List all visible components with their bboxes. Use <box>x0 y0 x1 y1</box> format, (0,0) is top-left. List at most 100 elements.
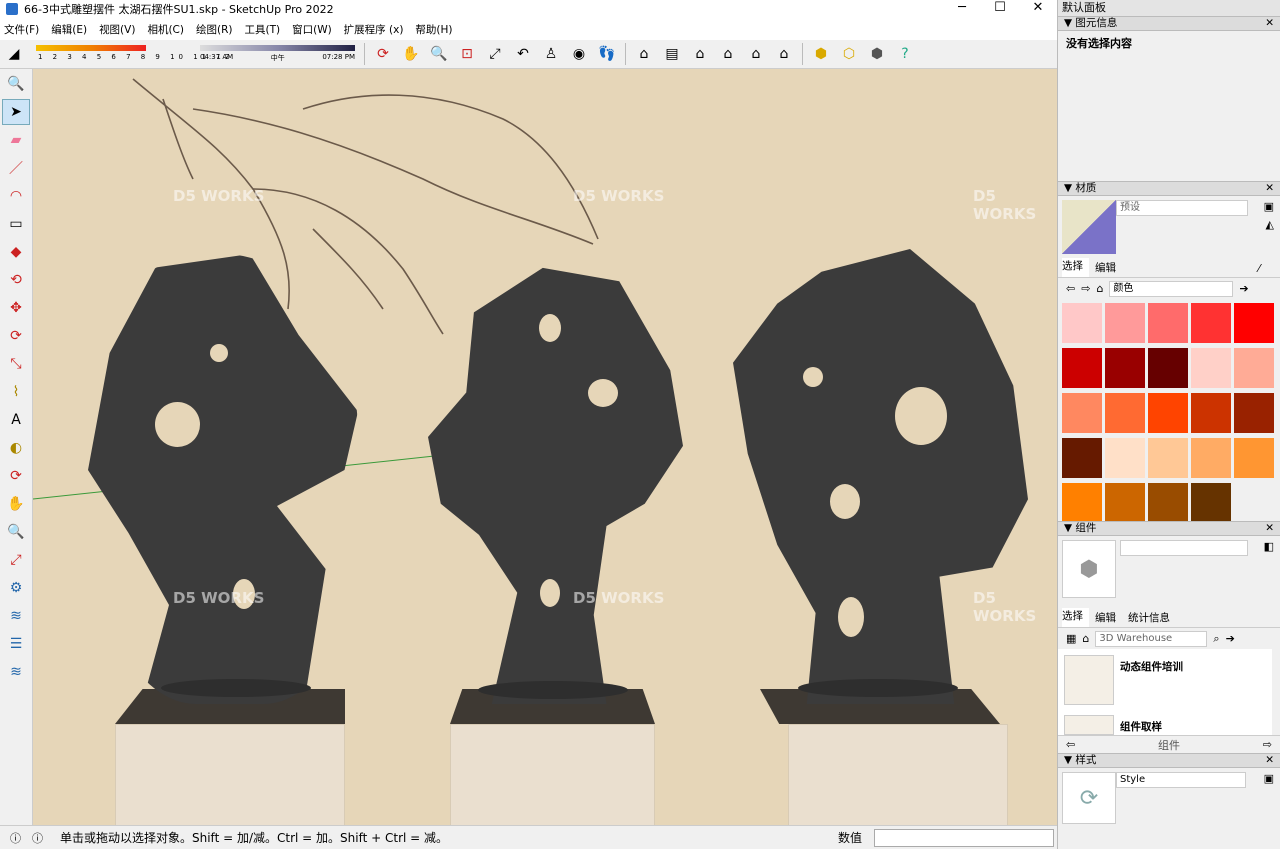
eyedropper-icon[interactable]: ⁄ <box>1258 263 1266 277</box>
back-icon[interactable]: ⇦ <box>1066 738 1075 751</box>
orbit-icon[interactable]: ⟳ <box>371 42 395 66</box>
color-swatch[interactable] <box>1062 303 1102 343</box>
close-icon[interactable]: ✕ <box>1265 754 1274 767</box>
eraser-tool-icon[interactable]: ▰ <box>2 127 30 153</box>
color-swatch[interactable] <box>1105 438 1145 478</box>
materials-tab-select[interactable]: 选择 <box>1062 258 1089 277</box>
component-item-label[interactable]: 组件取样 <box>1120 719 1162 734</box>
zoom-window-icon[interactable]: ⊡ <box>455 42 479 66</box>
rotate-tool-icon[interactable]: ⟳ <box>2 323 30 349</box>
create-material-icon[interactable]: ▣ <box>1264 200 1274 213</box>
zoom-extents-icon[interactable]: ⤢ <box>483 42 507 66</box>
left-view-icon[interactable]: ⌂ <box>772 42 796 66</box>
shadows-toggle-icon[interactable]: ◢ <box>2 42 26 66</box>
color-swatch[interactable] <box>1234 393 1274 433</box>
zoom-tool-2-icon[interactable]: 🔍 <box>2 519 30 545</box>
right-view-icon[interactable]: ⌂ <box>716 42 740 66</box>
color-swatch[interactable] <box>1148 483 1188 521</box>
components-tab-select[interactable]: 选择 <box>1062 608 1089 627</box>
pan-tool-icon[interactable]: ✋ <box>2 491 30 517</box>
measurements-input[interactable] <box>874 829 1054 847</box>
close-button[interactable]: ✕ <box>1019 0 1057 18</box>
component-item-thumb[interactable] <box>1064 655 1114 705</box>
color-swatch[interactable] <box>1191 348 1231 388</box>
pan-icon[interactable]: ✋ <box>399 42 423 66</box>
component-options-icon[interactable]: ◧ <box>1264 540 1274 553</box>
arc-tool-icon[interactable]: ◠ <box>2 183 30 209</box>
paint-bucket-icon[interactable]: ◐ <box>2 435 30 461</box>
minimize-button[interactable]: ─ <box>943 0 981 18</box>
zoom-tool-icon[interactable]: 🔍 <box>2 71 30 97</box>
color-swatch[interactable] <box>1062 348 1102 388</box>
push-pull-tool-icon[interactable]: ◆ <box>2 239 30 265</box>
position-camera-icon[interactable]: ♙ <box>539 42 563 66</box>
color-swatch[interactable] <box>1105 303 1145 343</box>
previous-view-icon[interactable]: ↶ <box>511 42 535 66</box>
color-swatch[interactable] <box>1191 438 1231 478</box>
shadow-time-slider[interactable]: 04:37 AM 中午 07:28 PM <box>200 42 360 66</box>
shaded-style-icon[interactable]: ⬢ <box>865 42 889 66</box>
warehouse-search-field[interactable]: 3D Warehouse <box>1095 630 1208 647</box>
layers-icon[interactable]: ☰ <box>2 631 30 657</box>
warehouse-icon[interactable]: ⚙ <box>2 575 30 601</box>
styles-header[interactable]: ▼ 样式 ✕ <box>1058 753 1280 768</box>
text-tool-icon[interactable]: A <box>2 407 30 433</box>
top-view-icon[interactable]: ▤ <box>660 42 684 66</box>
follow-me-tool-icon[interactable]: ⟲ <box>2 267 30 293</box>
color-swatch[interactable] <box>1191 303 1231 343</box>
wireframe-style-icon[interactable]: ⬡ <box>837 42 861 66</box>
move-tool-icon[interactable]: ✥ <box>2 295 30 321</box>
forward-icon[interactable]: ⇨ <box>1263 738 1272 751</box>
tape-measure-icon[interactable]: ⌇ <box>2 379 30 405</box>
close-icon[interactable]: ✕ <box>1265 182 1274 195</box>
color-swatch[interactable] <box>1234 303 1274 343</box>
orbit-tool-icon[interactable]: ⟳ <box>2 463 30 489</box>
components-tab-edit[interactable]: 编辑 <box>1095 610 1122 627</box>
line-tool-icon[interactable]: ／ <box>2 155 30 181</box>
menu-help[interactable]: 帮助(H) <box>415 22 452 37</box>
close-icon[interactable]: ✕ <box>1265 17 1274 30</box>
maximize-button[interactable]: ☐ <box>981 0 1019 18</box>
entity-info-header[interactable]: ▼ 图元信息 ✕ <box>1058 16 1280 31</box>
menu-extensions[interactable]: 扩展程序 (x) <box>344 22 404 37</box>
search-icon[interactable]: ⌕ <box>1213 632 1219 646</box>
color-swatch[interactable] <box>1191 393 1231 433</box>
menu-draw[interactable]: 绘图(R) <box>196 22 233 37</box>
geo-location-icon[interactable]: ⓘ <box>10 830 21 846</box>
color-swatch[interactable] <box>1191 483 1231 521</box>
rectangle-tool-icon[interactable]: ▭ <box>2 211 30 237</box>
color-swatch[interactable] <box>1062 393 1102 433</box>
scale-tool-icon[interactable]: ⤡ <box>2 351 30 377</box>
back-icon[interactable]: ⇦ <box>1066 282 1075 295</box>
components-header[interactable]: ▼ 组件 ✕ <box>1058 521 1280 536</box>
extension-manager-icon[interactable]: ≋ <box>2 659 30 685</box>
help-icon[interactable]: ? <box>893 42 917 66</box>
back-view-icon[interactable]: ⌂ <box>744 42 768 66</box>
color-swatch[interactable] <box>1148 438 1188 478</box>
color-swatch[interactable] <box>1234 438 1274 478</box>
select-tool-icon[interactable]: ➤ <box>2 99 30 125</box>
front-view-icon[interactable]: ⌂ <box>688 42 712 66</box>
forward-icon[interactable]: ⇨ <box>1081 282 1090 295</box>
view-options-icon[interactable]: ▦ <box>1066 632 1076 645</box>
close-icon[interactable]: ✕ <box>1265 522 1274 535</box>
home-icon[interactable]: ⌂ <box>1082 632 1089 645</box>
xray-style-icon[interactable]: ⬢ <box>809 42 833 66</box>
color-swatch[interactable] <box>1062 438 1102 478</box>
menu-window[interactable]: 窗口(W) <box>292 22 332 37</box>
color-swatch[interactable] <box>1105 348 1145 388</box>
shadow-date-slider[interactable]: 1 2 3 4 5 6 7 8 9 10 11 12 <box>32 42 229 66</box>
3d-viewport[interactable]: D5 WORKS D5 WORKS D5 WORKS D5 WORKS D5 W… <box>33 69 1057 825</box>
material-library-select[interactable]: 颜色 <box>1109 280 1234 297</box>
menu-tools[interactable]: 工具(T) <box>244 22 280 37</box>
material-name-field[interactable]: 预设 <box>1116 200 1248 216</box>
extension-warehouse-icon[interactable]: ≋ <box>2 603 30 629</box>
color-swatch[interactable] <box>1062 483 1102 521</box>
materials-tab-edit[interactable]: 编辑 <box>1095 260 1122 277</box>
look-around-icon[interactable]: ◉ <box>567 42 591 66</box>
component-name-field[interactable] <box>1120 540 1248 556</box>
info-icon[interactable]: ⓘ <box>32 830 43 846</box>
details-icon[interactable]: ➔ <box>1239 282 1248 295</box>
color-swatch[interactable] <box>1105 483 1145 521</box>
iso-view-icon[interactable]: ⌂ <box>632 42 656 66</box>
